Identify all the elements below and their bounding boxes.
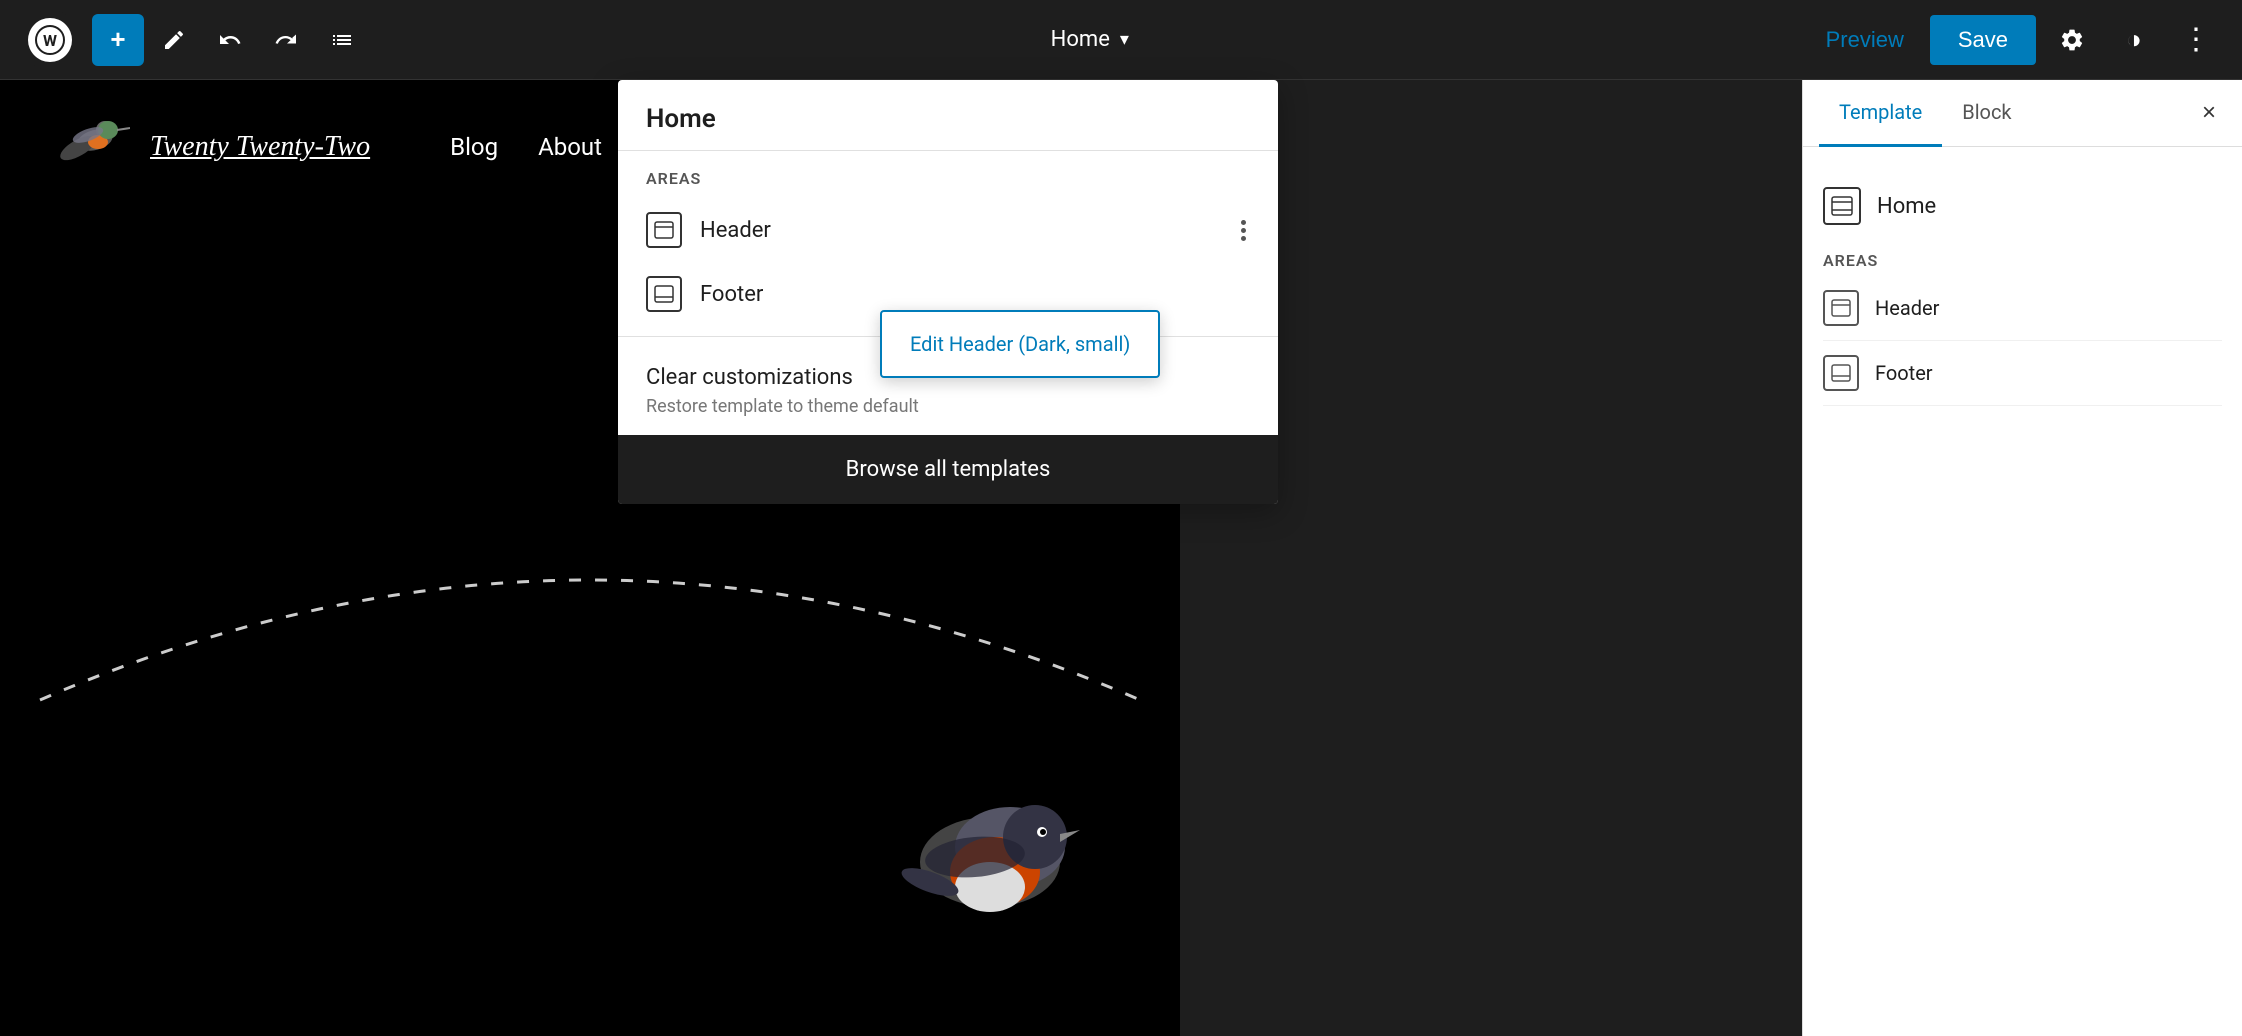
- preview-button[interactable]: Preview: [1810, 17, 1920, 63]
- toolbar: W + Home ▾ Preview Save ◑ ⋮: [0, 0, 2242, 80]
- sidebar-areas-label: AREAS: [1823, 241, 2222, 276]
- wp-logo-inner: W: [28, 18, 72, 62]
- site-nav: Blog About: [450, 133, 602, 161]
- add-button[interactable]: +: [92, 14, 144, 66]
- appearance-button[interactable]: ◑: [2108, 14, 2160, 66]
- sidebar-footer-label: Footer: [1875, 361, 1933, 385]
- template-dropdown: Home AREAS Header Footer Clear customi: [618, 80, 1278, 504]
- list-view-button[interactable]: [316, 14, 368, 66]
- nav-about[interactable]: About: [538, 133, 602, 161]
- sidebar-home-icon: [1823, 187, 1861, 225]
- sidebar-header-item[interactable]: Header: [1823, 276, 2222, 341]
- dropdown-footer-label: Footer: [700, 282, 763, 307]
- sidebar-footer-icon: [1823, 355, 1859, 391]
- page-title: Home: [1051, 27, 1110, 52]
- edit-button[interactable]: [148, 14, 200, 66]
- chevron-down-icon: ▾: [1120, 29, 1129, 50]
- logo-image: [50, 110, 130, 184]
- header-item-icon: [646, 212, 682, 248]
- undo-button[interactable]: [204, 14, 256, 66]
- sidebar-header-icon: [1823, 290, 1859, 326]
- sidebar-home-label: Home: [1877, 194, 1936, 219]
- dashed-arc: [0, 520, 1180, 720]
- dropdown-browse-button[interactable]: Browse all templates: [618, 435, 1278, 504]
- footer-item-icon: [646, 276, 682, 312]
- settings-button[interactable]: [2046, 14, 2098, 66]
- toolbar-center: Home ▾: [370, 17, 1810, 62]
- right-sidebar: Template Block × Home AREAS: [1802, 80, 2242, 1036]
- dropdown-header-label: Header: [700, 218, 771, 243]
- more-options-button[interactable]: ⋮: [2170, 14, 2222, 66]
- tab-template[interactable]: Template: [1819, 80, 1942, 147]
- dots-vert-icon: [1237, 216, 1250, 245]
- header-more-button[interactable]: [1237, 216, 1250, 245]
- home-dropdown[interactable]: Home ▾: [1035, 17, 1145, 62]
- dropdown-header-item[interactable]: Header: [618, 198, 1278, 262]
- sidebar-content: Home AREAS Header Footer: [1803, 147, 2242, 430]
- tab-block[interactable]: Block: [1942, 80, 2031, 147]
- save-button[interactable]: Save: [1930, 15, 2036, 65]
- sidebar-header-label: Header: [1875, 296, 1939, 320]
- context-menu: Edit Header (Dark, small): [880, 310, 1160, 378]
- redo-button[interactable]: [260, 14, 312, 66]
- svg-text:W: W: [43, 31, 57, 50]
- wp-logo[interactable]: W: [20, 10, 80, 70]
- dropdown-clear-sub: Restore template to theme default: [646, 396, 1250, 417]
- toolbar-right: Preview Save ◑ ⋮: [1810, 14, 2222, 66]
- sidebar-tabs: Template Block ×: [1803, 80, 2242, 147]
- sidebar-footer-item[interactable]: Footer: [1823, 341, 2222, 406]
- sidebar-template-home: Home: [1823, 171, 2222, 241]
- sidebar-close-button[interactable]: ×: [2192, 89, 2226, 137]
- site-logo: Twenty Twenty-Two: [50, 110, 370, 184]
- nav-blog[interactable]: Blog: [450, 133, 498, 161]
- site-title: Twenty Twenty-Two: [150, 131, 370, 163]
- bird-bottom-decoration: [880, 772, 1100, 956]
- edit-header-button[interactable]: Edit Header (Dark, small): [882, 318, 1158, 370]
- dropdown-title: Home: [618, 80, 1278, 151]
- dropdown-areas-label: AREAS: [618, 151, 1278, 198]
